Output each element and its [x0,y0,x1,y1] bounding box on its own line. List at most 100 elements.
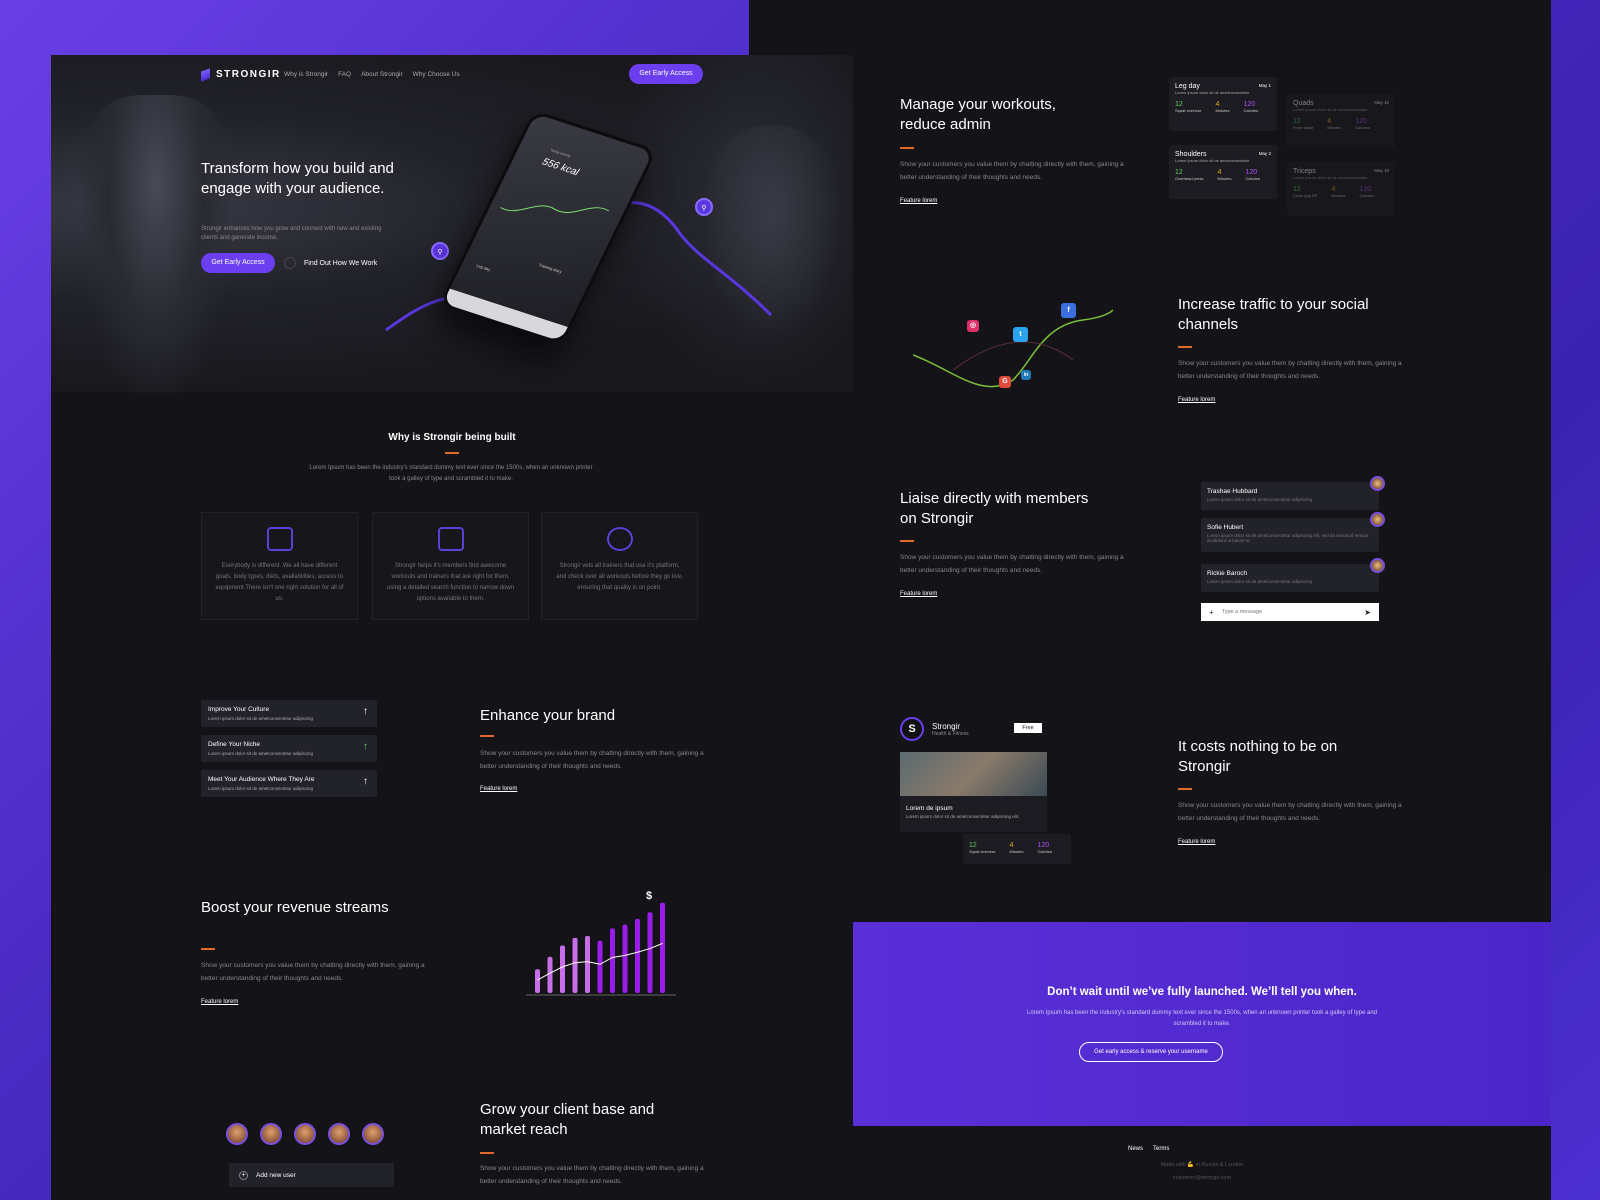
accent-line [900,147,914,149]
avatar[interactable] [362,1123,384,1145]
social-text: Show your customers you value them by ch… [1178,360,1402,380]
workout-date: May 1 [1258,83,1271,88]
accent-line [480,1152,494,1154]
building-icon [266,527,293,551]
list-item-sub: Lorem ipsum dolor sit de ametconsectetur… [208,716,314,721]
message-input[interactable] [1221,609,1357,615]
avatar[interactable] [294,1123,316,1145]
google-icon[interactable]: G [999,376,1011,388]
chat-message[interactable]: Rickie Baroch Lorem ipsum dolor sit de a… [1201,558,1385,592]
cta-text: Lorem Ipsum has been the industry's stan… [1026,1010,1377,1027]
workout-title: Leg day [1175,83,1200,90]
stat-value: 120 Calories [1037,842,1053,854]
phone-activity-label: Today activity [549,148,572,159]
twitter-icon[interactable]: t [1013,327,1028,342]
chat-text: Lorem ipsum dolor sit de ametconsectetur… [1207,579,1313,584]
profile-header: S Strongir Health & Fitness [900,717,969,741]
nav-faq[interactable]: FAQ [338,71,351,78]
stat-value: 4 Minutes [1009,842,1024,854]
linkedin-icon[interactable]: in [1021,370,1031,380]
revenue-chart: $ [526,890,676,996]
workout-date: May 10 [1374,168,1389,173]
social-feature-link[interactable]: Feature lorem [1178,397,1215,403]
brand-feature-link[interactable]: Feature lorem [480,786,517,792]
avatar[interactable] [226,1123,248,1145]
nav-why-choose[interactable]: Why Choose Us [413,71,460,78]
why-title: Why is Strongir being built [388,432,516,443]
logo-icon [201,67,210,82]
reserve-username-button[interactable]: Get early access & reserve your username [1079,1042,1223,1062]
phone-diary: Training diary [537,262,563,275]
instagram-icon[interactable]: ◎ [967,320,979,332]
revenue-feature-link[interactable]: Feature lorem [201,999,238,1005]
svg-text:$: $ [646,890,652,902]
workouts-text: Show your customers you value them by ch… [900,161,1124,181]
plus-icon[interactable]: + [1209,608,1214,617]
brand-list-item[interactable]: Meet Your Audience Where They Are Lorem … [201,770,377,797]
workout-desc: Lorem ipsum dolor sit de ametconsectetur [1293,175,1368,180]
accent-line [480,735,494,737]
logo[interactable]: STRONGIR [201,67,281,82]
hero-early-access-button[interactable]: Get Early Access [201,253,275,273]
footer: News Terms Made with 💪 in Russia & Londo… [853,1126,1551,1200]
avatar[interactable] [328,1123,350,1145]
avatar [1370,512,1385,527]
stat-value: 4 Minutes [1331,186,1346,198]
profile-name: Strongir [932,721,961,731]
revenue-text: Show your customers you value them by ch… [201,962,425,982]
avatar [1370,476,1385,491]
brand-list-item[interactable]: Define Your Niche Lorem ipsum dolor sit … [201,735,377,762]
add-user-button[interactable]: + Add new user [229,1163,394,1187]
avatar[interactable] [260,1123,282,1145]
stat-value: 120 Calories [1245,169,1261,181]
workout-card[interactable]: Shoulders May 2 Lorem ipsum dolor sit de… [1169,145,1277,199]
revenue-bar [647,912,653,993]
chat-message[interactable]: Trashae Hubbard Lorem ipsum dolor sit de… [1201,476,1385,510]
facebook-icon[interactable]: f [1061,303,1076,318]
nav-about[interactable]: About Strongir [361,71,403,78]
workout-date: May 2 [1258,151,1271,156]
stat-value: 4 Minutes [1327,118,1342,130]
why-card: Strongir vets all trainers that use it's… [541,512,698,620]
social-curve [913,309,1113,388]
why-card-text: Everybody is different. We all have diff… [215,563,344,602]
revenue-bar [547,956,553,993]
brand-list-item[interactable]: Improve Your Culture Lorem ipsum dolor s… [201,700,377,727]
workout-card[interactable]: Triceps May 10 Lorem ipsum dolor sit de … [1287,162,1395,216]
workout-card[interactable]: Quads May 10 Lorem ipsum dolor sit de am… [1287,94,1395,148]
revenue-bar [610,928,615,993]
find-out-link[interactable]: Find Out How We Work [284,257,377,269]
chat-text: Lorem ipsum dolor sit de ametconsectetur… [1207,497,1313,502]
why-text: Lorem Ipsum has been the industry's stan… [309,465,593,482]
workouts-title: Manage your workouts, reduce admin [900,96,1056,133]
hero-title: Transform how you build and engage with … [201,160,394,197]
liaise-feature-link[interactable]: Feature lorem [900,591,937,597]
stat-value: 120 Calories [1355,118,1370,130]
brand-text: Show your customers you value them by ch… [480,750,704,770]
nav-early-access-button[interactable]: Get Early Access [629,64,703,84]
logo-text: STRONGIR [216,69,281,80]
chat-message[interactable]: Sofie Hubert Lorem ipsum dolor sit de am… [1201,512,1385,552]
revenue-bar [560,945,565,993]
workout-desc: Lorem ipsum dolor sit de ametconsectetur [1175,90,1250,95]
nav-why[interactable]: Why is Strongir [284,71,328,78]
footer-email[interactable]: customer@strongir.com [853,1175,1551,1181]
arrow-up-icon: ↑ [363,776,368,787]
accent-line [1178,346,1192,348]
stat-value: 120 Calories [1359,186,1375,198]
why-card-text: Strongir helps it's members find awesome… [386,563,515,602]
workouts-feature-link[interactable]: Feature lorem [900,198,937,204]
workout-card[interactable]: Leg day May 1 Lorem ipsum dolor sit de a… [1169,77,1277,131]
list-item-title: Define Your Niche [208,741,261,748]
footer-terms-link[interactable]: Terms [1153,1146,1169,1152]
plus-icon: + [239,1170,248,1180]
list-item-sub: Lorem ipsum dolor sit de ametconsectetur… [208,751,314,756]
stat-value: 4 Minutes [1215,101,1230,113]
free-feature-link[interactable]: Feature lorem [1178,839,1215,845]
footer-links: News Terms [1128,1146,1169,1152]
send-icon[interactable]: ➤ [1364,608,1371,617]
page-edge [749,0,853,55]
badge-icon [606,527,633,551]
footer-news-link[interactable]: News [1128,1146,1143,1152]
post-card[interactable]: Lorem de ipsum Lorem ipsum dolor sit de … [900,752,1047,832]
